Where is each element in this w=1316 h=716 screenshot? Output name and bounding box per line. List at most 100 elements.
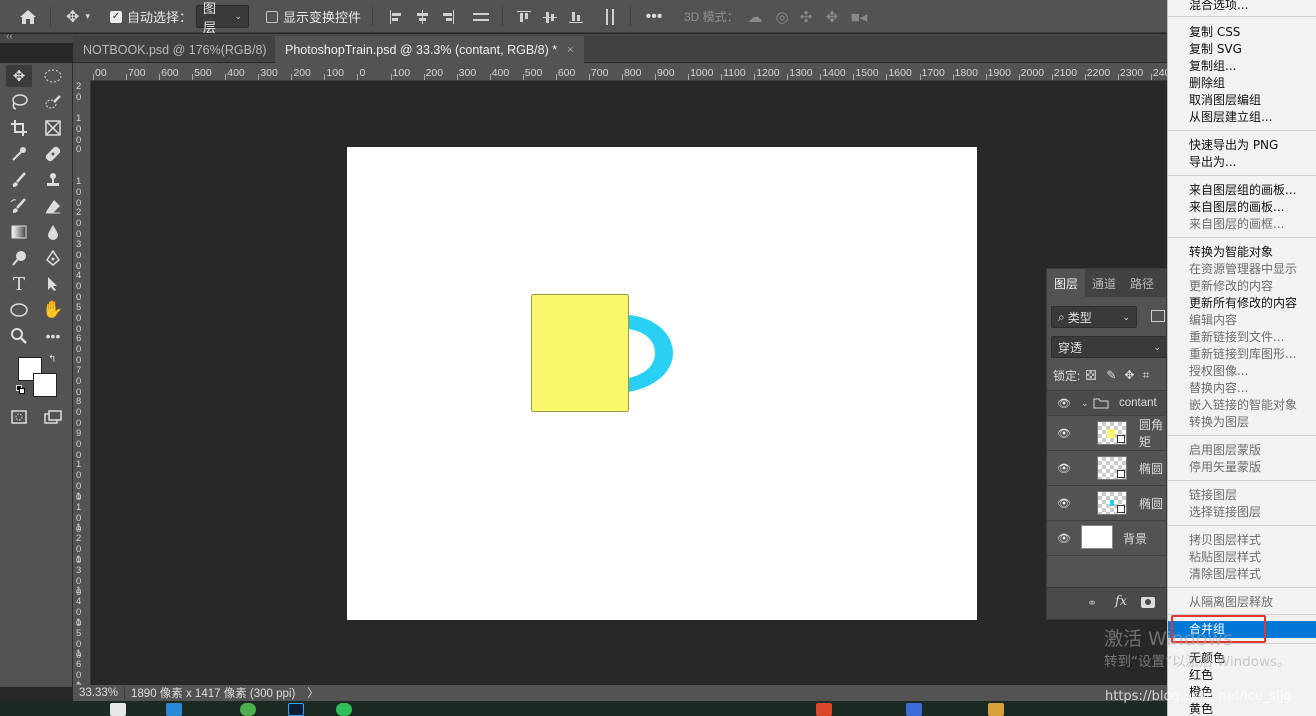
brush-icon[interactable] <box>6 169 32 191</box>
eye-icon[interactable]: 👁 <box>1057 398 1071 410</box>
cup-body-rectangle[interactable] <box>531 294 629 412</box>
zoom-icon[interactable] <box>6 325 32 347</box>
menu-item[interactable]: 取消图层编组 <box>1168 92 1316 109</box>
screen-mode-icon[interactable] <box>40 406 66 428</box>
align-hcenter-icon[interactable] <box>414 0 430 33</box>
eyedropper-icon[interactable] <box>6 143 32 165</box>
menu-item[interactable]: 复制 CSS <box>1168 24 1316 41</box>
menu-item[interactable]: 从图层建立组... <box>1168 109 1316 126</box>
menu-item[interactable]: 快速导出为 PNG <box>1168 137 1316 154</box>
layer-row[interactable]: 👁 椭圆 <box>1047 486 1166 520</box>
tab-photoshoptrain[interactable]: PhotoshopTrain.psd @ 33.3% (contant, RGB… <box>275 36 584 63</box>
home-icon[interactable] <box>16 0 40 33</box>
3d-scale-icon[interactable]: ■◂ <box>850 0 868 33</box>
pen-icon[interactable] <box>40 247 66 269</box>
close-icon[interactable]: × <box>567 44 573 56</box>
healing-brush-icon[interactable] <box>40 143 66 165</box>
clone-stamp-icon[interactable] <box>40 169 66 191</box>
horizontal-ruler[interactable]: 00 700 600 500 400 300 200 100 0 100 200 300 400 500 6… <box>91 63 1167 81</box>
quick-selection-icon[interactable] <box>40 91 66 113</box>
background-color-swatch[interactable] <box>33 373 57 397</box>
taskbar-photoshop-icon[interactable] <box>288 703 304 716</box>
lock-position-icon[interactable]: ✥ <box>1124 368 1134 382</box>
align-bottom-icon[interactable] <box>568 0 584 33</box>
hand-icon[interactable]: ✋ <box>40 299 66 321</box>
layer-select-dropdown[interactable]: 图层 ⌄ <box>196 0 249 35</box>
move-tool-preset-icon[interactable]: ✥ ▾ <box>60 0 96 33</box>
3d-slide-icon[interactable]: ✥ <box>824 0 840 33</box>
taskbar-app-icon[interactable] <box>906 703 922 716</box>
align-left-icon[interactable] <box>388 0 404 33</box>
eye-icon[interactable]: 👁 <box>1057 498 1071 510</box>
eye-icon[interactable]: 👁 <box>1057 533 1071 545</box>
lock-artboard-icon[interactable]: ⌗ <box>1142 368 1149 383</box>
menu-item[interactable]: 更新所有修改的内容 <box>1168 295 1316 312</box>
3d-roll-icon[interactable]: ◎ <box>774 0 790 33</box>
document-canvas[interactable] <box>347 147 977 620</box>
path-selection-icon[interactable] <box>40 273 66 295</box>
gradient-icon[interactable] <box>6 221 32 243</box>
link-layers-icon[interactable]: ⚭ <box>1087 596 1097 610</box>
lock-pixels-icon[interactable]: ✎ <box>1106 368 1116 382</box>
type-icon[interactable]: T <box>6 273 32 295</box>
taskbar-app-icon[interactable] <box>816 703 832 716</box>
taskbar-app-icon[interactable] <box>336 703 352 716</box>
lasso-icon[interactable] <box>6 91 32 113</box>
edit-toolbar-icon[interactable]: ••• <box>40 325 66 347</box>
taskbar-app-icon[interactable] <box>110 703 126 716</box>
taskbar-app-icon[interactable] <box>240 703 256 716</box>
cup-handle-shape[interactable] <box>628 315 673 392</box>
distribute-vertical-icon[interactable] <box>602 0 618 33</box>
menu-item[interactable]: 复制 SVG <box>1168 41 1316 58</box>
taskbar-app-icon[interactable] <box>166 703 182 716</box>
history-brush-icon[interactable] <box>6 195 32 217</box>
eye-icon[interactable]: 👁 <box>1057 463 1071 475</box>
align-right-icon[interactable] <box>440 0 456 33</box>
menu-item[interactable]: 转换为智能对象 <box>1168 244 1316 261</box>
move-tool-icon[interactable]: ✥ <box>6 65 32 87</box>
distribute-icon[interactable] <box>472 0 490 33</box>
swap-colors-icon[interactable]: ↰ <box>48 354 56 365</box>
eye-icon[interactable]: 👁 <box>1057 428 1071 440</box>
eraser-icon[interactable] <box>40 195 66 217</box>
layer-group-row[interactable]: 👁 ⌄ contant <box>1047 391 1166 415</box>
menu-item[interactable]: 复制组... <box>1168 58 1316 75</box>
menu-item[interactable]: 导出为... <box>1168 154 1316 171</box>
quick-mask-icon[interactable] <box>6 406 32 428</box>
auto-select-checkbox[interactable]: ✓ 自动选择： <box>110 0 192 33</box>
menu-item[interactable]: 删除组 <box>1168 75 1316 92</box>
frame-icon[interactable] <box>40 117 66 139</box>
more-options-icon[interactable]: ••• <box>644 0 664 33</box>
blend-mode-dropdown[interactable]: 穿透 ⌄ <box>1051 336 1166 358</box>
ruler-origin[interactable] <box>73 63 91 81</box>
status-menu-arrow[interactable]: 〉 <box>301 685 325 701</box>
layer-row[interactable]: 👁 圆角矩 <box>1047 416 1166 450</box>
zoom-level[interactable]: 33.33% <box>73 687 126 699</box>
crop-icon[interactable] <box>6 117 32 139</box>
lock-transparent-icon[interactable] <box>1086 370 1097 380</box>
taskbar-app-icon[interactable] <box>988 703 1004 716</box>
align-top-icon[interactable] <box>516 0 532 33</box>
menu-item[interactable]: 来自图层组的画板... <box>1168 182 1316 199</box>
menu-item[interactable]: 来自图层的画板... <box>1168 199 1316 216</box>
menu-item[interactable]: 混合选项... <box>1168 0 1316 14</box>
fx-icon[interactable]: fx <box>1115 594 1127 609</box>
ellipse-tool-icon[interactable] <box>6 299 32 321</box>
filter-image-icon[interactable] <box>1151 310 1165 322</box>
tab-notbook[interactable]: NOTBOOK.psd @ 176%(RGB/8) × <box>73 36 293 63</box>
layer-row[interactable]: 👁 椭圆 <box>1047 451 1166 485</box>
3d-pan-icon[interactable]: ✣ <box>798 0 814 33</box>
elliptical-marquee-icon[interactable] <box>40 65 66 87</box>
tab-channels[interactable]: 通道 <box>1085 269 1123 297</box>
blur-icon[interactable] <box>40 221 66 243</box>
tab-layers[interactable]: 图层 <box>1047 269 1085 297</box>
vertical-ruler[interactable]: 2 01 0 001 0 02 0 03 0 04 0 05 0 06 0 07… <box>73 81 91 685</box>
background-layer-row[interactable]: 👁 背景 <box>1047 521 1166 555</box>
dodge-icon[interactable] <box>6 247 32 269</box>
chevron-down-icon[interactable]: ⌄ <box>1081 398 1089 409</box>
layer-filter-dropdown[interactable]: ⌕ 类型 ⌄ <box>1051 306 1137 328</box>
3d-orbit-icon[interactable]: ☁ <box>746 0 764 33</box>
default-colors-icon[interactable] <box>16 385 26 395</box>
align-vcenter-icon[interactable] <box>542 0 558 33</box>
add-mask-icon[interactable] <box>1141 597 1155 608</box>
